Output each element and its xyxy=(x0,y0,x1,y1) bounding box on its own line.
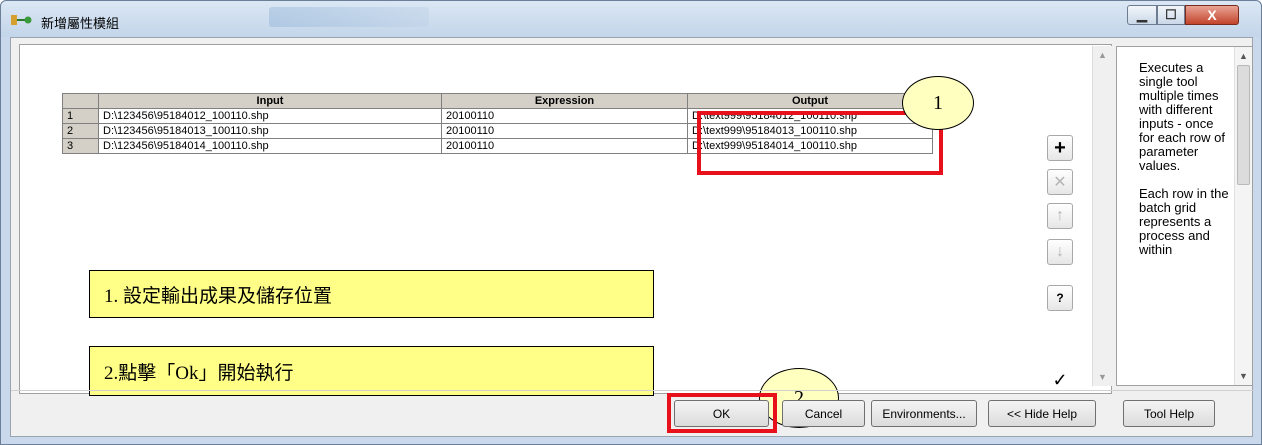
close-button[interactable]: X xyxy=(1185,5,1239,25)
row-number[interactable]: 2 xyxy=(62,123,99,139)
help-text: Executes a single tool multiple times wi… xyxy=(1139,61,1231,271)
scroll-down-icon[interactable]: ▼ xyxy=(1239,371,1248,381)
scroll-up-icon[interactable]: ▲ xyxy=(1239,51,1248,61)
minimize-button[interactable]: ▁ xyxy=(1127,5,1157,25)
maximize-icon: ☐ xyxy=(1165,7,1177,22)
input-cell[interactable]: D:\123456\95184013_100110.shp xyxy=(98,123,442,139)
question-icon: ? xyxy=(1056,291,1064,305)
ok-button-highlight xyxy=(667,393,777,433)
help-scrollbar[interactable]: ▲ ▼ xyxy=(1234,47,1252,385)
check-values-button[interactable]: ? xyxy=(1047,285,1073,311)
scroll-down-icon[interactable]: ▼ xyxy=(1098,372,1107,382)
title-bar[interactable]: 新增屬性模組 ▁ ☐ X xyxy=(1,1,1261,37)
remove-row-button[interactable]: ✕ xyxy=(1047,169,1073,195)
batch-grid-area: Input Expression Output 1 D:\123456\9518… xyxy=(21,46,1049,381)
plus-icon: + xyxy=(1054,136,1066,159)
column-header-expression[interactable]: Expression xyxy=(441,93,688,109)
output-column-highlight xyxy=(697,111,943,175)
expression-cell[interactable]: 20100110 xyxy=(441,138,688,154)
help-paragraph: Executes a single tool multiple times wi… xyxy=(1139,60,1225,173)
help-paragraph: Each row in the batch grid represents a … xyxy=(1139,186,1229,257)
row-number[interactable]: 1 xyxy=(62,108,99,124)
check-icon: ✓ xyxy=(1052,369,1068,390)
move-up-button[interactable]: ↑ xyxy=(1047,203,1073,229)
close-icon: X xyxy=(1207,7,1217,23)
row-number[interactable]: 3 xyxy=(62,138,99,154)
model-icon xyxy=(11,15,32,25)
add-row-button[interactable]: + xyxy=(1047,135,1073,161)
column-header-output[interactable]: Output xyxy=(687,93,933,109)
tool-help-button[interactable]: Tool Help xyxy=(1123,400,1215,427)
environments-button[interactable]: Environments... xyxy=(871,400,977,427)
expression-cell[interactable]: 20100110 xyxy=(441,108,688,124)
move-down-button[interactable]: ↓ xyxy=(1047,239,1073,265)
batch-panel: Input Expression Output 1 D:\123456\9518… xyxy=(19,44,1112,396)
grid-scrollbar[interactable]: ▲ ▼ xyxy=(1092,46,1112,386)
arrow-up-icon: ↑ xyxy=(1056,207,1064,224)
arrow-down-icon: ↓ xyxy=(1056,243,1064,260)
button-bar-divider xyxy=(11,390,1254,391)
step-marker-1: 1 xyxy=(902,76,974,130)
dialog-body: Input Expression Output 1 D:\123456\9518… xyxy=(10,37,1254,437)
background-window-ghost xyxy=(269,7,429,27)
input-cell[interactable]: D:\123456\95184014_100110.shp xyxy=(98,138,442,154)
expression-cell[interactable]: 20100110 xyxy=(441,123,688,139)
scroll-thumb[interactable] xyxy=(1237,65,1250,185)
scroll-up-icon[interactable]: ▲ xyxy=(1098,50,1107,60)
maximize-button[interactable]: ☐ xyxy=(1157,5,1185,25)
column-header-input[interactable]: Input xyxy=(98,93,442,109)
note-step-2: 2.點擊「Ok」開始執行 xyxy=(89,346,654,396)
minimize-icon: ▁ xyxy=(1137,7,1147,22)
note-step-1: 1. 設定輸出成果及儲存位置 xyxy=(89,270,654,318)
hide-help-button[interactable]: << Hide Help xyxy=(988,400,1096,427)
cancel-button[interactable]: Cancel xyxy=(782,400,865,427)
x-icon: ✕ xyxy=(1053,174,1067,191)
window-title: 新增屬性模組 xyxy=(41,17,120,32)
input-cell[interactable]: D:\123456\95184012_100110.shp xyxy=(98,108,442,124)
help-panel: Executes a single tool multiple times wi… xyxy=(1116,46,1253,386)
grid-corner xyxy=(62,93,99,109)
dialog-window: 新增屬性模組 ▁ ☐ X Input Expression Output 1 D… xyxy=(0,0,1262,445)
